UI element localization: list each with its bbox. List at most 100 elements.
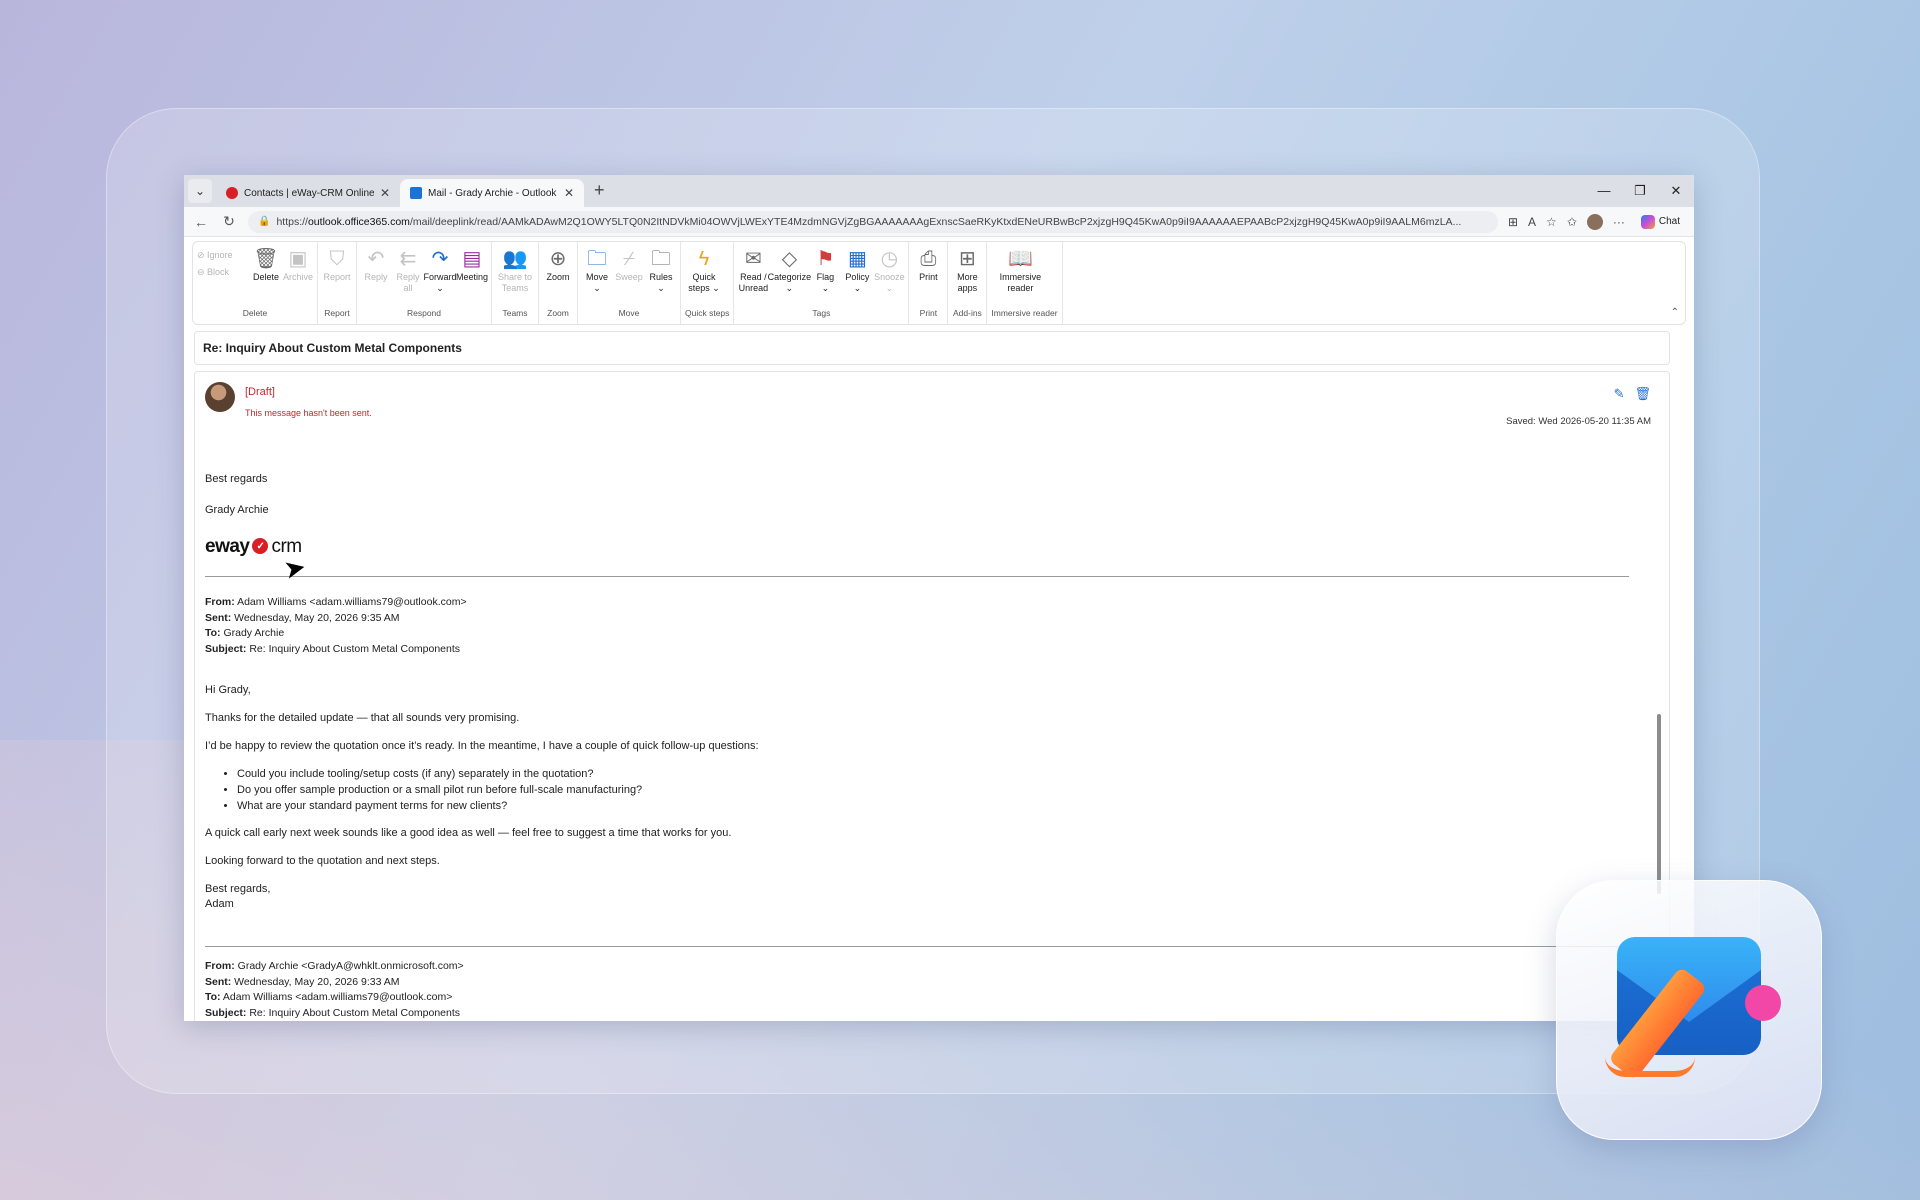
draft-actions: ✎ 🗑: [1614, 386, 1651, 402]
group-label: Teams: [502, 308, 528, 318]
group-label: Print: [919, 308, 938, 318]
reply-all-button[interactable]: ⇇ Reply all: [393, 244, 423, 308]
pencil-eraser: [1745, 985, 1781, 1021]
rules-button[interactable]: 🗀 Rules ⌄: [646, 244, 676, 308]
new-tab-plus-icon[interactable]: +: [584, 180, 615, 207]
zoom-icon: ⊕: [549, 248, 567, 270]
lock-icon: 🔒: [258, 216, 271, 227]
group-label: Add-ins: [952, 308, 982, 318]
tab-actions-chevron-icon[interactable]: ⌄: [188, 179, 212, 203]
close-icon[interactable]: ✕: [564, 186, 574, 200]
delete-button[interactable]: 🗑 Delete: [251, 244, 281, 308]
discard-trash-icon[interactable]: 🗑: [1634, 386, 1651, 402]
policy-icon: ▦: [847, 248, 867, 270]
draft-note: This message hasn't been sent.: [245, 408, 372, 418]
close-window-icon[interactable]: ✕: [1658, 175, 1694, 207]
forward-button[interactable]: ↷ Forward ⌄: [424, 244, 457, 308]
quick-steps-button[interactable]: ϟ Quick steps ⌄: [685, 244, 723, 308]
ribbon-group-respond: ↶ Reply ⇇ Reply all ↷ Forward ⌄ ▤ Meetin…: [357, 242, 492, 324]
ink-swirl: [1605, 1057, 1695, 1077]
immersive-reader-button[interactable]: 📖 Immersive reader: [991, 244, 1049, 308]
categorize-button[interactable]: ◇ Categorize ⌄: [768, 244, 812, 308]
list-item: Do you offer sample production or a smal…: [237, 783, 1659, 798]
chat-button[interactable]: Chat: [1635, 213, 1686, 231]
zoom-button[interactable]: ⊕ Zoom: [543, 244, 573, 308]
ignore-button[interactable]: ⊘ Ignore: [197, 250, 249, 261]
minimize-icon[interactable]: —: [1586, 175, 1622, 207]
rules-folder-icon: 🗀: [651, 248, 671, 270]
message-reading-pane: [Draft] This message hasn't been sent. ✎…: [194, 371, 1670, 1021]
sweep-button[interactable]: ⌿ Sweep: [614, 244, 644, 308]
collapse-ribbon-chevron-up-icon[interactable]: ⌃: [1671, 307, 1679, 318]
sender-name: Grady Archie: [205, 504, 269, 516]
move-button[interactable]: 🗀 Move ⌄: [582, 244, 612, 308]
archive-icon: ▣: [288, 248, 308, 270]
tab-eway-contacts[interactable]: Contacts | eWay-CRM Online ✕: [216, 179, 400, 207]
chevron-down-icon: ⌄: [785, 283, 794, 293]
read-unread-button[interactable]: ✉ Read / Unread: [738, 244, 769, 308]
chevron-down-icon: ⌄: [436, 283, 444, 293]
envelope-open-icon: ✉: [745, 248, 762, 270]
read-aloud-icon[interactable]: A: [1528, 215, 1536, 229]
url-field[interactable]: 🔒 https://outlook.office365.com/mail/dee…: [248, 210, 1498, 233]
group-label: Move: [618, 308, 640, 318]
refresh-icon[interactable]: ↻: [220, 213, 238, 230]
policy-button[interactable]: ▦ Policy ⌄: [842, 244, 872, 308]
quote-separator: [205, 576, 1629, 577]
edit-pencil-icon[interactable]: ✎: [1614, 386, 1625, 402]
more-apps-button[interactable]: ⊞ More apps: [952, 244, 982, 308]
block-button[interactable]: ⊖ Block: [197, 267, 249, 278]
group-label: Delete: [242, 308, 268, 318]
reply-button[interactable]: ↶ Reply: [361, 244, 391, 308]
flag-icon: ⚑: [816, 248, 835, 270]
chat-label: Chat: [1658, 216, 1680, 227]
chevron-down-icon: ⌄: [593, 283, 601, 293]
folder-move-icon: 🗀: [587, 248, 607, 270]
signoff: Best regards: [205, 473, 268, 485]
url-text: https://outlook.office365.com/mail/deepl…: [276, 215, 1462, 228]
signoff: Best regards, Adam: [205, 883, 271, 910]
restore-icon[interactable]: ❐: [1622, 175, 1658, 207]
sender-avatar[interactable]: [205, 382, 235, 412]
ribbon-group-quick-steps: ϟ Quick steps ⌄ Quick steps: [681, 242, 735, 324]
teams-icon: 👥: [502, 248, 528, 270]
mail-app-icon: [1556, 880, 1822, 1140]
ribbon-group-teams: 👥 Share to Teams Teams: [492, 242, 539, 324]
scrollbar-thumb[interactable]: [1657, 714, 1661, 894]
print-button[interactable]: ⎙ Print: [913, 244, 943, 308]
ribbon-group-delete: ⊘ Ignore ⊖ Block 🗑 Delete ▣ Archive Dele…: [193, 242, 318, 324]
forward-icon: ↷: [431, 248, 449, 270]
tag-icon: ◇: [781, 248, 798, 270]
address-bar: ← ↻ 🔒 https://outlook.office365.com/mail…: [184, 207, 1694, 237]
flag-button[interactable]: ⚑ Flag ⌄: [810, 244, 840, 308]
favorites-list-icon[interactable]: ✩: [1567, 215, 1577, 229]
chevron-down-icon: ⌄: [821, 283, 830, 293]
group-label: Zoom: [547, 308, 569, 318]
quote-separator: [205, 946, 1629, 947]
favorite-star-icon[interactable]: ☆: [1546, 215, 1557, 229]
report-button[interactable]: ⛉ Report: [322, 244, 352, 308]
lightning-icon: ϟ: [698, 248, 710, 270]
immersive-reader-icon: 📖: [1007, 248, 1033, 270]
snooze-button[interactable]: ◷ Snooze ⌄: [874, 244, 905, 308]
draft-label[interactable]: [Draft]: [245, 386, 372, 398]
archive-button[interactable]: ▣ Archive: [283, 244, 313, 308]
calendar-icon: ▤: [462, 248, 482, 270]
eway-check-icon: ✓: [252, 538, 269, 554]
share-to-teams-button[interactable]: 👥 Share to Teams: [496, 244, 534, 308]
app-available-icon[interactable]: ⊞: [1508, 215, 1518, 229]
chevron-down-icon: ⌄: [712, 283, 720, 293]
message-subject: Re: Inquiry About Custom Metal Component…: [194, 331, 1670, 365]
meeting-button[interactable]: ▤ Meeting: [456, 244, 488, 308]
close-icon[interactable]: ✕: [380, 186, 390, 200]
profile-avatar[interactable]: [1586, 213, 1603, 230]
greeting: Hi Grady,: [205, 684, 251, 696]
browser-window: ⌄ Contacts | eWay-CRM Online ✕ Mail - Gr…: [184, 175, 1694, 1021]
broom-icon: ⌿: [623, 248, 635, 270]
tab-outlook-mail[interactable]: Mail - Grady Archie - Outlook ✕: [400, 179, 584, 207]
tab-title: Contacts | eWay-CRM Online: [244, 187, 374, 199]
address-bar-icons: ⊞ A ☆ ✩ ··· Chat: [1508, 213, 1686, 231]
more-options-icon[interactable]: ···: [1613, 215, 1625, 229]
apps-grid-icon: ⊞: [959, 248, 976, 270]
back-arrow-icon[interactable]: ←: [192, 214, 210, 230]
